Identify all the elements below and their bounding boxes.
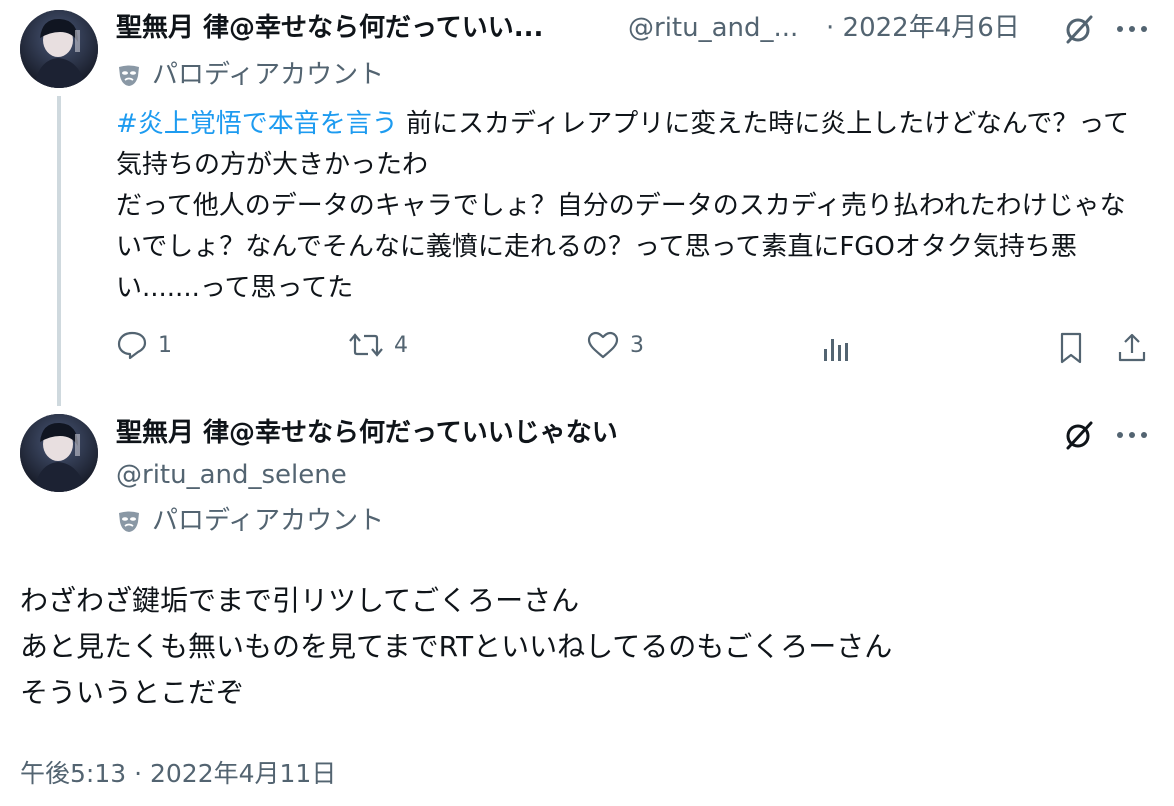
- reply-icon: [117, 331, 147, 360]
- mask-icon: [119, 511, 139, 532]
- main-tweet-text: わざわざ鍵垢でまで引リツしてごくろーさん あと見たくも無いものを見てまでRTとい…: [20, 584, 893, 709]
- main-handle[interactable]: @ritu_and_selene: [116, 458, 347, 492]
- main-tweet-timestamp[interactable]: 午後5:13 · 2022年4月11日: [20, 757, 336, 791]
- bookmark-icon: [1060, 332, 1082, 364]
- parent-display-name[interactable]: 聖無月 律@幸せなら何だっていい...: [116, 11, 543, 45]
- grok-icon[interactable]: [1062, 418, 1096, 452]
- bookmark-button[interactable]: [1054, 330, 1088, 366]
- analytics-icon: [824, 339, 848, 361]
- grok-icon[interactable]: [1062, 12, 1096, 46]
- retweet-count: 4: [394, 332, 408, 358]
- main-avatar[interactable]: [20, 414, 98, 492]
- main-parody-label: パロディアカウント: [116, 504, 384, 538]
- parody-account-text: パロディアカウント: [152, 506, 385, 536]
- reply-button[interactable]: 1: [116, 330, 172, 360]
- parent-parody-label: パロディアカウント: [116, 58, 384, 92]
- like-button[interactable]: 3: [586, 330, 644, 360]
- more-icon[interactable]: [1112, 12, 1152, 46]
- heart-icon: [587, 331, 619, 359]
- share-icon: [1118, 333, 1146, 362]
- mask-icon: [119, 65, 139, 86]
- retweet-icon: [349, 333, 383, 357]
- retweet-button[interactable]: 4: [348, 330, 408, 360]
- hashtag-link[interactable]: #炎上覚悟で本音を言う: [116, 109, 398, 139]
- thread-line: [57, 96, 61, 406]
- parent-date[interactable]: · 2022年4月6日: [826, 11, 1020, 45]
- more-icon[interactable]: [1112, 418, 1152, 452]
- reply-count: 1: [158, 332, 172, 358]
- parody-account-text: パロディアカウント: [152, 60, 385, 90]
- avatar-image: [20, 10, 98, 88]
- like-count: 3: [630, 332, 644, 358]
- parent-tweet-text: #炎上覚悟で本音を言う 前にスカディレアプリに変えた時に炎上したけどなんで？って…: [116, 104, 1146, 309]
- parent-avatar[interactable]: [20, 10, 98, 88]
- share-button[interactable]: [1114, 330, 1150, 366]
- main-display-name[interactable]: 聖無月 律@幸せなら何だっていいじゃない: [116, 416, 618, 450]
- parent-handle[interactable]: @ritu_and_...: [628, 11, 798, 45]
- avatar-image: [20, 414, 98, 492]
- views-button[interactable]: [820, 334, 852, 364]
